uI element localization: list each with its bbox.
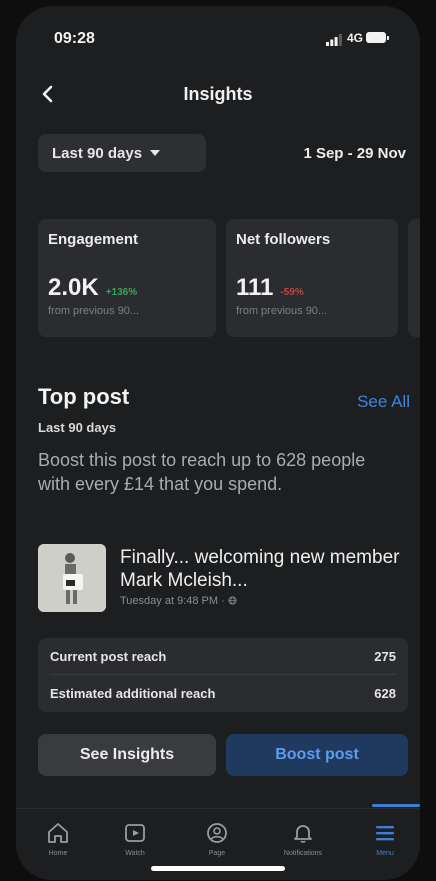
tab-home[interactable]: Home bbox=[23, 821, 93, 857]
top-post-period: Last 90 days bbox=[38, 420, 117, 435]
active-tab-indicator bbox=[372, 804, 420, 807]
metric-comparison: from previous 90... bbox=[48, 305, 140, 317]
see-insights-button[interactable]: See Insights bbox=[38, 734, 216, 776]
home-icon bbox=[48, 823, 68, 843]
metric-value: 2.0K bbox=[48, 274, 99, 301]
globe-icon bbox=[228, 596, 237, 605]
tab-watch[interactable]: Watch bbox=[100, 821, 170, 857]
page-title: Insights bbox=[183, 84, 253, 104]
post-title[interactable]: Finally... welcoming new member Mark Mcl… bbox=[120, 546, 400, 592]
period-dropdown-label: Last 90 days bbox=[52, 144, 143, 162]
tab-label: Page bbox=[208, 850, 226, 857]
date-range: 1 Sep - 29 Nov bbox=[303, 145, 406, 162]
metric-delta: +136% bbox=[105, 287, 138, 298]
boost-post-button[interactable]: Boost post bbox=[226, 734, 408, 776]
reach-label: Estimated additional reach bbox=[50, 685, 216, 701]
page-icon bbox=[207, 823, 227, 843]
phone-screen: 09:28 4G Insights Last 90 days 1 Sep - 2… bbox=[16, 6, 420, 880]
top-post-heading: Top post bbox=[38, 384, 130, 409]
post-timestamp-text: Tuesday at 9:48 PM · bbox=[120, 595, 225, 607]
status-bar: 09:28 4G bbox=[16, 6, 420, 58]
metric-value: 111 bbox=[236, 274, 274, 301]
status-time: 09:28 bbox=[54, 30, 95, 47]
reach-value: 275 bbox=[374, 648, 396, 664]
watch-icon bbox=[125, 824, 145, 842]
partial-metric-card[interactable] bbox=[408, 219, 420, 337]
post-timestamp: Tuesday at 9:48 PM · bbox=[120, 595, 237, 607]
tab-label: Watch bbox=[125, 850, 145, 857]
tab-label: Home bbox=[48, 850, 68, 857]
net-followers-card[interactable]: Net followers 111 -59% from previous 90.… bbox=[226, 219, 398, 337]
tab-label: Menu bbox=[376, 850, 394, 857]
battery-icon bbox=[366, 32, 389, 43]
network-type: 4G bbox=[347, 31, 364, 45]
metric-delta: -59% bbox=[280, 287, 304, 298]
menu-icon bbox=[376, 826, 394, 841]
estimated-reach-row: Estimated additional reach 628 bbox=[50, 674, 396, 711]
metric-comparison: from previous 90... bbox=[236, 305, 328, 317]
period-dropdown[interactable]: Last 90 days bbox=[38, 134, 206, 172]
tab-page[interactable]: Page bbox=[182, 821, 252, 857]
signal-icon bbox=[326, 34, 342, 46]
post-thumbnail[interactable] bbox=[38, 544, 106, 612]
see-all-link[interactable]: See All bbox=[357, 392, 410, 412]
tab-notifications[interactable]: Notifications bbox=[268, 821, 338, 857]
boost-description: Boost this post to reach up to 628 peopl… bbox=[38, 450, 366, 494]
tab-label: Notifications bbox=[283, 850, 323, 857]
reach-label: Current post reach bbox=[50, 648, 167, 664]
metric-label: Net followers bbox=[236, 231, 331, 248]
tab-menu[interactable]: Menu bbox=[350, 821, 420, 857]
engagement-card[interactable]: Engagement 2.0K +136% from previous 90..… bbox=[38, 219, 216, 337]
bell-icon bbox=[294, 825, 312, 843]
current-reach-row: Current post reach 275 bbox=[50, 638, 396, 674]
reach-value: 628 bbox=[374, 685, 396, 701]
metric-label: Engagement bbox=[48, 231, 139, 248]
post-image bbox=[38, 544, 106, 612]
home-indicator[interactable] bbox=[151, 866, 285, 871]
caret-down-icon bbox=[150, 150, 161, 156]
reach-summary: Current post reach 275 Estimated additio… bbox=[38, 638, 408, 712]
